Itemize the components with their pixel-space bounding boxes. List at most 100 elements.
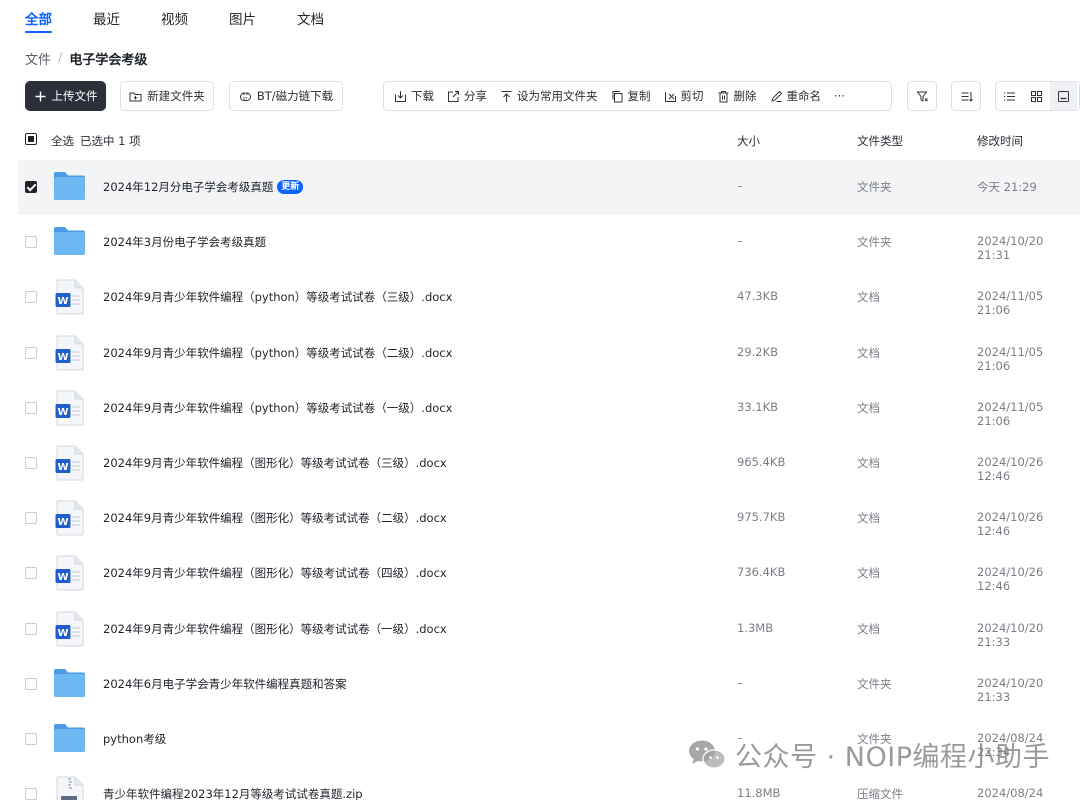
- file-modified-time: 2024/10/20 21:33: [977, 675, 1044, 704]
- file-row[interactable]: 2024年3月份电子学会考级真题 – 文件夹 2024/10/20 21:31: [18, 215, 1080, 270]
- file-name[interactable]: 2024年9月青少年软件编程（python）等级考试试卷（一级）.docx: [103, 400, 452, 416]
- more-actions-label: ···: [834, 89, 845, 103]
- svg-text:W: W: [57, 462, 68, 473]
- file-name[interactable]: python考级: [103, 731, 166, 747]
- file-row[interactable]: W 2024年9月青少年软件编程（python）等级考试试卷（一级）.docx 33…: [18, 381, 1080, 436]
- file-row[interactable]: W 2024年9月青少年软件编程（图形化）等级考试试卷（四级）.docx 736.4…: [18, 546, 1080, 601]
- download-button-label: 下载: [411, 89, 434, 103]
- row-checkbox[interactable]: [25, 346, 37, 359]
- file-name-text[interactable]: 2024年9月青少年软件编程（图形化）等级考试试卷（二级）.docx: [103, 510, 447, 526]
- upload-button[interactable]: 上传文件: [25, 81, 106, 111]
- delete-button[interactable]: 删除: [713, 88, 766, 104]
- tab-images[interactable]: 图片: [229, 0, 256, 34]
- svg-text:W: W: [57, 517, 68, 528]
- row-checkbox[interactable]: [25, 236, 37, 249]
- file-row[interactable]: 2024年6月电子学会青少年软件编程真题和答案 – 文件夹 2024/10/20 21…: [18, 657, 1080, 712]
- file-type: 文档: [857, 511, 880, 526]
- rename-button[interactable]: 重命名: [766, 88, 831, 104]
- share-button[interactable]: 分享: [443, 88, 496, 104]
- file-name-text[interactable]: 2024年9月青少年软件编程（图形化）等级考试试卷（四级）.docx: [103, 565, 447, 581]
- cut-button[interactable]: 剪切: [660, 88, 713, 104]
- file-row[interactable]: W 2024年9月青少年软件编程（图形化）等级考试试卷（二级）.docx 975.7…: [18, 491, 1080, 546]
- file-name-text[interactable]: 青少年软件编程2023年12月等级考试试卷真题.zip: [103, 786, 363, 800]
- copy-button[interactable]: 复制: [607, 88, 660, 104]
- svg-text:W: W: [57, 572, 68, 583]
- file-size: –: [737, 234, 743, 249]
- file-modified-time: 2024/10/26 12:46: [977, 510, 1044, 539]
- cut-icon: [664, 90, 677, 103]
- upload-button-label: 上传文件: [51, 89, 98, 103]
- file-name[interactable]: 2024年9月青少年软件编程（图形化）等级考试试卷（一级）.docx: [103, 621, 447, 637]
- preview-view-button[interactable]: [1050, 82, 1077, 110]
- file-row[interactable]: W 2024年9月青少年软件编程（python）等级考试试卷（二级）.docx 29…: [18, 326, 1080, 381]
- filter-button[interactable]: [907, 81, 937, 111]
- file-name[interactable]: 2024年6月电子学会青少年软件编程真题和答案: [103, 676, 347, 692]
- file-size: 975.7KB: [737, 510, 786, 525]
- file-name[interactable]: 2024年9月青少年软件编程（python）等级考试试卷（三级）.docx: [103, 289, 452, 305]
- select-all-checkbox[interactable]: [25, 133, 37, 145]
- column-size[interactable]: 大小: [737, 133, 760, 149]
- file-type: 文档: [857, 621, 880, 636]
- row-checkbox[interactable]: [25, 456, 37, 469]
- file-row[interactable]: W 2024年9月青少年软件编程（图形化）等级考试试卷（一级）.docx 1.3MB…: [18, 602, 1080, 657]
- sort-button[interactable]: [951, 81, 981, 111]
- list-view-button[interactable]: [996, 82, 1023, 110]
- share-button-label: 分享: [464, 89, 487, 103]
- file-name[interactable]: 2024年9月青少年软件编程（图形化）等级考试试卷（四级）.docx: [103, 565, 447, 581]
- breadcrumb-root[interactable]: 文件: [25, 49, 51, 68]
- breadcrumb-current: 电子学会考级: [69, 53, 148, 68]
- row-checkbox[interactable]: [25, 567, 37, 580]
- svg-text:W: W: [57, 628, 68, 639]
- svg-text:W: W: [57, 352, 68, 363]
- file-name[interactable]: 2024年3月份电子学会考级真题: [103, 234, 266, 250]
- file-modified-time: 2024/11/05 21:06: [977, 399, 1044, 428]
- row-checkbox[interactable]: [25, 788, 37, 800]
- word-doc-icon: W: [55, 390, 85, 426]
- row-checkbox[interactable]: [25, 401, 37, 414]
- file-name-text[interactable]: 2024年9月青少年软件编程（python）等级考试试卷（三级）.docx: [103, 289, 452, 305]
- row-checkbox[interactable]: [25, 622, 37, 635]
- word-doc-icon: W: [55, 335, 85, 371]
- file-size: 33.1KB: [737, 399, 779, 414]
- file-name[interactable]: 2024年9月青少年软件编程（图形化）等级考试试卷（二级）.docx: [103, 510, 447, 526]
- file-name-text[interactable]: 2024年9月青少年软件编程（图形化）等级考试试卷（一级）.docx: [103, 621, 447, 637]
- file-row[interactable]: W 2024年9月青少年软件编程（python）等级考试试卷（三级）.docx 47…: [18, 270, 1080, 325]
- bt-download-button[interactable]: BT BT/磁力链下载: [229, 81, 343, 111]
- svg-text:W: W: [57, 407, 68, 418]
- file-name[interactable]: 2024年9月青少年软件编程（图形化）等级考试试卷（三级）.docx: [103, 455, 447, 471]
- trash-icon: [717, 90, 730, 103]
- grid-view-button[interactable]: [1023, 82, 1050, 110]
- download-icon: [394, 90, 407, 103]
- new-folder-button[interactable]: 新建文件夹: [120, 81, 214, 111]
- row-checkbox[interactable]: [25, 181, 37, 193]
- tab-documents[interactable]: 文档: [297, 0, 324, 34]
- tab-all[interactable]: 全部: [25, 0, 52, 34]
- row-checkbox[interactable]: [25, 732, 37, 745]
- row-checkbox[interactable]: [25, 677, 37, 690]
- file-row[interactable]: 2024年12月分电子学会考级真题 更新 – 文件夹 今天 21:29: [18, 160, 1080, 216]
- file-name-text[interactable]: python考级: [103, 731, 166, 747]
- file-name[interactable]: 2024年12月分电子学会考级真题 更新: [103, 179, 304, 195]
- file-type: 文件夹: [857, 235, 892, 250]
- more-actions-button[interactable]: ···: [830, 89, 847, 103]
- file-name-text[interactable]: 2024年9月青少年软件编程（python）等级考试试卷（二级）.docx: [103, 345, 452, 361]
- row-checkbox[interactable]: [25, 291, 37, 304]
- tab-video[interactable]: 视频: [161, 0, 188, 34]
- file-name-text[interactable]: 2024年9月青少年软件编程（python）等级考试试卷（一级）.docx: [103, 400, 452, 416]
- file-name-text[interactable]: 2024年6月电子学会青少年软件编程真题和答案: [103, 676, 347, 692]
- file-name-text[interactable]: 2024年12月分电子学会考级真题: [103, 179, 273, 195]
- column-type[interactable]: 文件类型: [857, 133, 903, 149]
- share-icon: [447, 90, 460, 103]
- column-modified-time[interactable]: 修改时间: [977, 133, 1023, 149]
- set-common-folder-button[interactable]: 设为常用文件夹: [496, 88, 607, 104]
- file-modified-time: 2024/10/26 12:46: [977, 565, 1044, 594]
- file-name[interactable]: 2024年9月青少年软件编程（python）等级考试试卷（二级）.docx: [103, 345, 452, 361]
- file-name-text[interactable]: 2024年9月青少年软件编程（图形化）等级考试试卷（三级）.docx: [103, 455, 447, 471]
- file-name-text[interactable]: 2024年3月份电子学会考级真题: [103, 234, 266, 250]
- file-name[interactable]: 青少年软件编程2023年12月等级考试试卷真题.zip: [103, 786, 363, 800]
- tab-recent[interactable]: 最近: [93, 0, 120, 34]
- file-row[interactable]: W 2024年9月青少年软件编程（图形化）等级考试试卷（三级）.docx 965.4…: [18, 436, 1080, 491]
- select-all-label[interactable]: 全选: [51, 133, 74, 149]
- download-button[interactable]: 下载: [390, 88, 443, 104]
- row-checkbox[interactable]: [25, 512, 37, 525]
